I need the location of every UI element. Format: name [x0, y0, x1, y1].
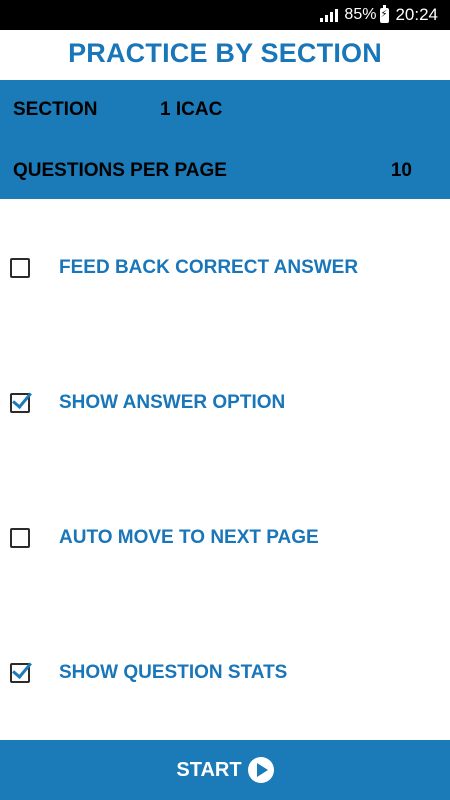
show-answer-checkbox[interactable]: [10, 393, 30, 413]
start-button[interactable]: START: [176, 757, 274, 783]
section-label: SECTION: [13, 99, 98, 120]
auto-move-label[interactable]: AUTO MOVE TO NEXT PAGE: [59, 527, 319, 549]
feedback-checkbox[interactable]: [10, 258, 30, 278]
questions-per-page-row[interactable]: QUESTIONS PER PAGE 10: [0, 156, 450, 186]
questions-per-page-value[interactable]: 10: [391, 160, 412, 182]
question-stats-checkbox[interactable]: [10, 663, 30, 683]
section-value[interactable]: 1 ICAC: [160, 99, 222, 121]
option-feedback-correct-answer[interactable]: FEED BACK CORRECT ANSWER: [0, 248, 450, 288]
start-bar: START: [0, 740, 450, 800]
question-stats-label[interactable]: SHOW QUESTION STATS: [59, 662, 287, 684]
auto-move-checkbox[interactable]: [10, 528, 30, 548]
feedback-label[interactable]: FEED BACK CORRECT ANSWER: [59, 257, 358, 279]
signal-icon: [320, 8, 339, 22]
page-title: PRACTICE BY SECTION: [68, 38, 382, 68]
battery-charging-icon: [380, 4, 390, 23]
questions-per-page-label: QUESTIONS PER PAGE: [13, 160, 227, 181]
battery-percentage: 85%: [344, 6, 377, 23]
option-show-answer-option[interactable]: SHOW ANSWER OPTION: [0, 383, 450, 423]
status-bar: 85% 20:24: [0, 0, 450, 30]
option-auto-move-next-page[interactable]: AUTO MOVE TO NEXT PAGE: [0, 518, 450, 558]
show-answer-label[interactable]: SHOW ANSWER OPTION: [59, 392, 285, 414]
option-show-question-stats[interactable]: SHOW QUESTION STATS: [0, 653, 450, 693]
section-row[interactable]: SECTION 1 ICAC: [0, 95, 450, 125]
play-circle-icon: [247, 757, 274, 783]
clock: 20:24: [395, 5, 438, 24]
start-label: START: [176, 758, 242, 781]
